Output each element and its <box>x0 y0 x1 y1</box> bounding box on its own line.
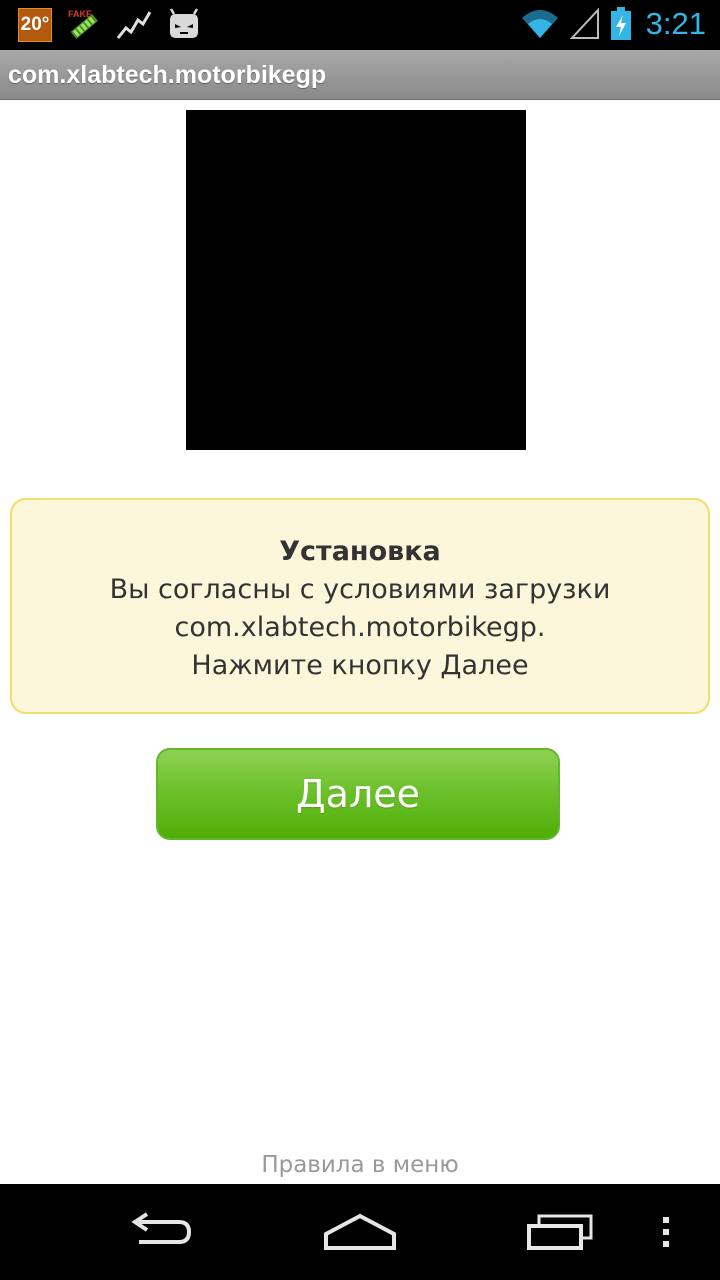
menu-button[interactable] <box>636 1204 696 1260</box>
info-line-instruction: Нажмите кнопку Далее <box>191 650 529 681</box>
menu-icon <box>663 1217 669 1247</box>
status-bar: 20° FAKE 3:21 <box>0 0 720 50</box>
title-bar: com.xlabtech.motorbikegp <box>0 50 720 100</box>
clock: 3:21 <box>645 6 706 41</box>
fake-gps-icon: FAKE <box>68 9 98 39</box>
app-preview-image <box>186 110 526 450</box>
svg-text:FAKE: FAKE <box>68 9 92 19</box>
notification-icons: 20° FAKE <box>18 8 202 42</box>
next-button[interactable]: Далее <box>156 748 560 840</box>
stocks-chart-icon <box>116 11 152 39</box>
home-icon <box>324 1213 396 1250</box>
recent-apps-button[interactable] <box>515 1204 605 1260</box>
back-button[interactable] <box>115 1204 205 1260</box>
system-status-icons: 3:21 <box>520 6 706 42</box>
battery-charging-icon <box>610 7 631 40</box>
app-title: com.xlabtech.motorbikegp <box>8 61 327 89</box>
signal-icon <box>569 8 599 39</box>
back-icon <box>131 1212 192 1244</box>
info-heading: Установка <box>279 536 441 567</box>
wifi-icon <box>521 10 558 38</box>
install-info-box: Установка Вы согласны с условиями загруз… <box>10 498 710 714</box>
temperature-badge: 20° <box>18 8 52 42</box>
recent-apps-icon <box>527 1214 593 1250</box>
next-button-label: Далее <box>295 772 421 816</box>
home-button[interactable] <box>315 1204 405 1260</box>
rules-link[interactable]: Правила в меню <box>0 1152 720 1178</box>
navigation-bar <box>0 1184 720 1280</box>
info-line-terms: Вы согласны с условиями загрузки <box>109 574 611 605</box>
info-line-package: com.xlabtech.motorbikegp. <box>174 612 546 643</box>
android-robot-icon <box>169 8 199 38</box>
